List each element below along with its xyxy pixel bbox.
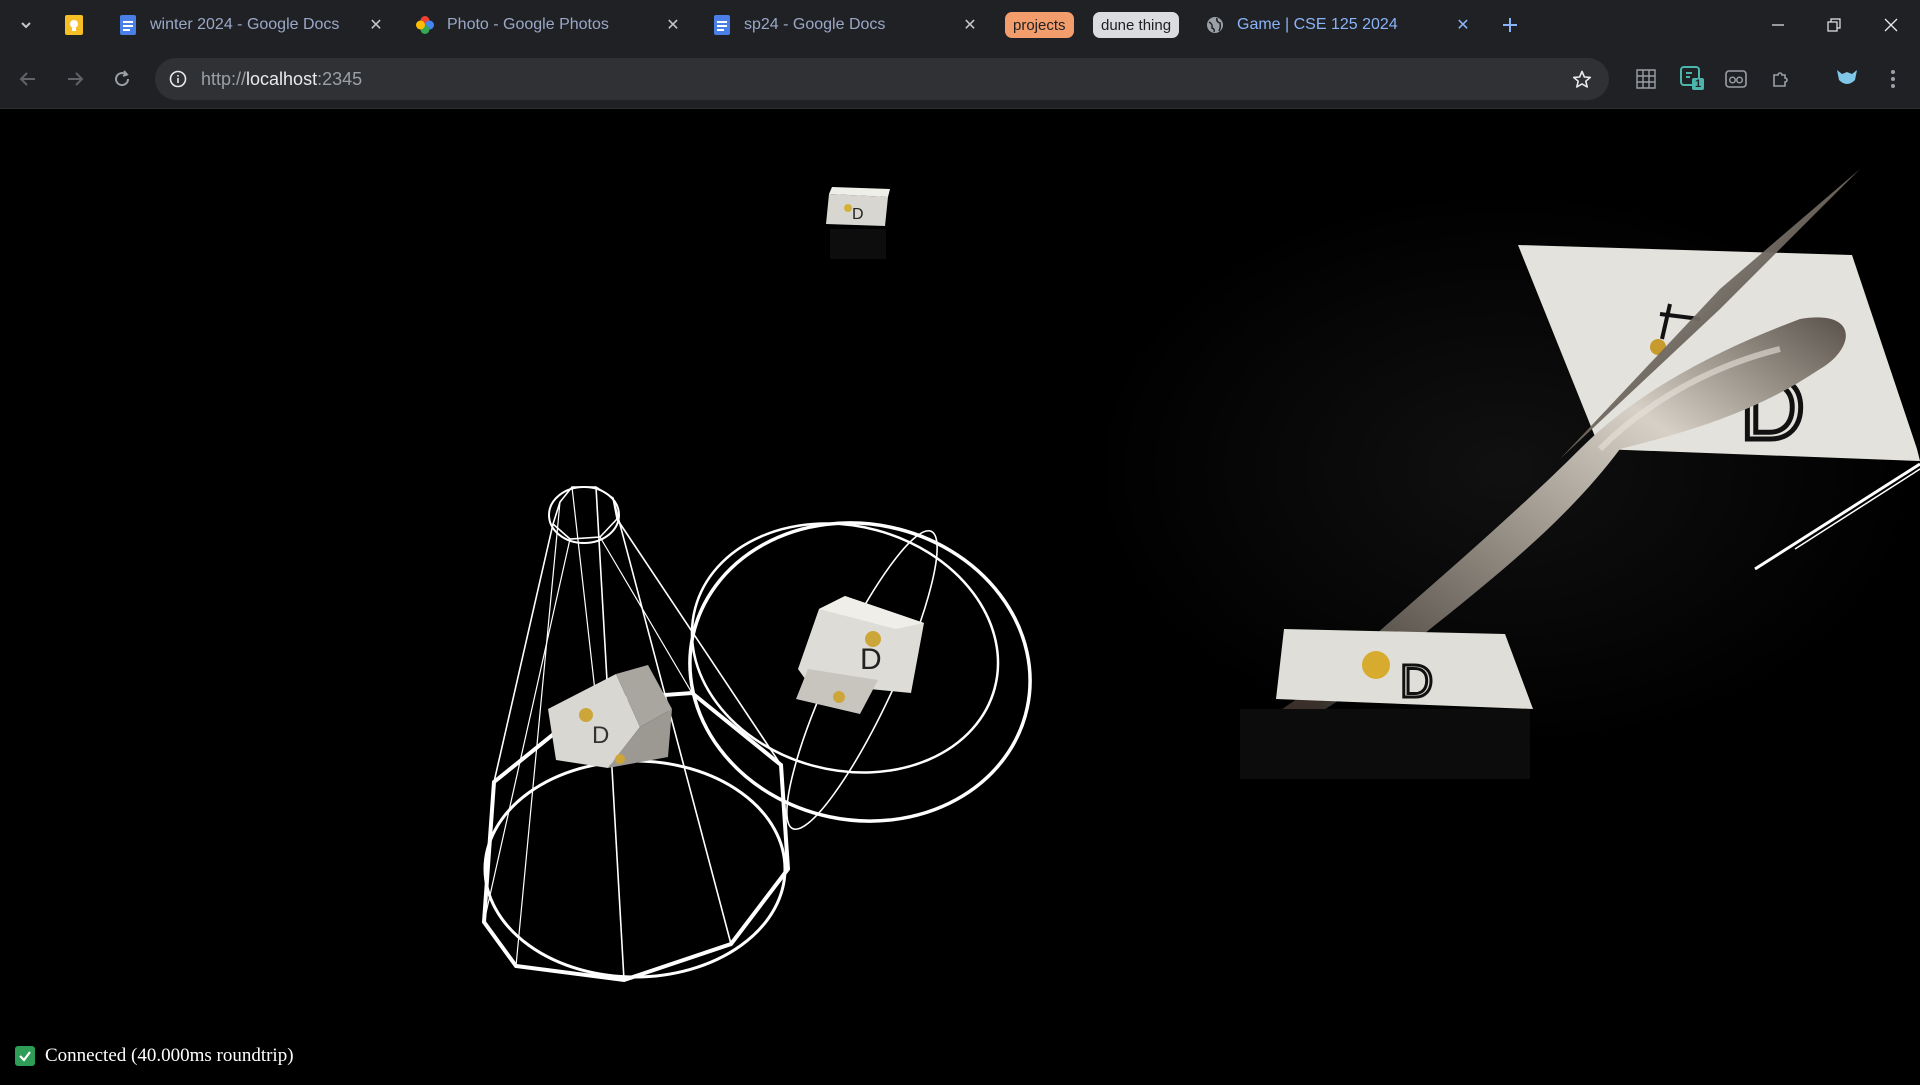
- close-icon[interactable]: ✕: [366, 15, 386, 35]
- bookmark-button[interactable]: [1570, 68, 1594, 92]
- back-button[interactable]: [14, 65, 42, 93]
- minimize-button[interactable]: [1760, 12, 1796, 38]
- reload-icon: [115, 70, 130, 87]
- status-text: Connected (40.000ms roundtrip): [45, 1045, 294, 1066]
- arrow-right-icon: [68, 72, 84, 86]
- cube-texture-text: D: [592, 722, 609, 749]
- tab-sp24[interactable]: sp24 - Google Docs ✕: [712, 6, 980, 44]
- forward-button[interactable]: [61, 65, 89, 93]
- extensions-button[interactable]: [1767, 65, 1795, 93]
- profile-button[interactable]: [1832, 63, 1862, 93]
- bee-doodle: [1362, 651, 1390, 679]
- textured-cube-in-cone: D: [548, 665, 672, 768]
- tab-game-cse125[interactable]: Game | CSE 125 2024 ✕: [1205, 6, 1473, 44]
- close-icon[interactable]: ✕: [1453, 15, 1473, 35]
- tab-title: Game | CSE 125 2024: [1237, 16, 1398, 33]
- screen-extension-icon: [1680, 66, 1704, 90]
- bee-doodle: [579, 708, 593, 722]
- glasses-icon: [1725, 70, 1747, 88]
- scene-render: D D D D D: [481, 169, 1920, 983]
- game-canvas[interactable]: D D D D D: [0, 109, 1920, 1080]
- connection-status: Connected (40.000ms roundtrip): [15, 1045, 294, 1067]
- panel-reflection: [1240, 709, 1530, 779]
- cube-texture-text: D: [860, 643, 882, 676]
- tab-title: sp24 - Google Docs: [744, 16, 886, 33]
- globe-icon: [1207, 17, 1223, 33]
- google-docs-icon: [120, 15, 136, 35]
- grid-icon: [1636, 69, 1656, 89]
- close-icon: [1884, 18, 1898, 32]
- tab-group-dune-thing[interactable]: dune thing: [1093, 12, 1180, 38]
- google-docs-icon: [714, 15, 730, 35]
- menu-button[interactable]: [1880, 65, 1906, 93]
- arrow-left-icon: [19, 72, 35, 86]
- kebab-menu-icon: [1891, 70, 1895, 88]
- restore-icon: [1827, 18, 1841, 32]
- star-icon: [1572, 70, 1592, 88]
- restore-button[interactable]: [1816, 12, 1852, 38]
- textured-cube-in-torus: D: [796, 596, 924, 714]
- new-tab-button[interactable]: [1498, 13, 1522, 37]
- distant-cube: D: [826, 187, 890, 259]
- google-photos-icon: [416, 16, 434, 34]
- reader-extension-button[interactable]: [1722, 65, 1750, 93]
- browser-toolbar: http://localhost:2345 1: [0, 50, 1920, 109]
- google-keep-icon: [65, 15, 83, 35]
- pinned-tab-keep[interactable]: [64, 14, 84, 36]
- url-port: :2345: [317, 69, 363, 89]
- tab-strip: winter 2024 - Google Docs ✕ Photo - Goog…: [0, 0, 1920, 50]
- close-icon[interactable]: ✕: [960, 15, 980, 35]
- reload-button[interactable]: [108, 65, 136, 93]
- extension-grid-button[interactable]: [1632, 65, 1660, 93]
- bee-doodle: [615, 754, 625, 764]
- tab-group-projects[interactable]: projects: [1005, 12, 1074, 38]
- window-close-button[interactable]: [1873, 12, 1909, 38]
- plus-icon: [1503, 18, 1517, 32]
- url-host: localhost: [246, 69, 318, 89]
- tab-winter-2024[interactable]: winter 2024 - Google Docs ✕: [118, 6, 386, 44]
- cube-texture-text: D: [852, 206, 864, 223]
- info-icon: [169, 70, 187, 88]
- avatar-icon: [1837, 70, 1857, 84]
- bee-doodle: [833, 691, 845, 703]
- url-scheme: http://: [201, 69, 247, 89]
- tab-search-button[interactable]: [14, 13, 38, 37]
- puzzle-icon: [1773, 72, 1788, 87]
- bee-doodle: [844, 204, 852, 212]
- chevron-down-icon: [21, 22, 31, 29]
- url-text[interactable]: http://localhost:2345: [201, 69, 362, 90]
- site-info-button[interactable]: [167, 68, 189, 90]
- tab-title: winter 2024 - Google Docs: [150, 16, 340, 33]
- extension-badge-button[interactable]: 1: [1676, 62, 1708, 94]
- tab-title: Photo - Google Photos: [447, 16, 609, 33]
- cube-reflection: [830, 229, 886, 259]
- panel-texture-text: D: [1400, 655, 1433, 707]
- checkbox-checked-icon: [15, 1046, 35, 1066]
- tab-photo-google-photos[interactable]: Photo - Google Photos ✕: [415, 6, 683, 44]
- minimize-icon: [1772, 24, 1784, 26]
- extension-badge-count: 1: [1695, 78, 1702, 90]
- address-bar[interactable]: http://localhost:2345: [155, 58, 1609, 100]
- close-icon[interactable]: ✕: [663, 15, 683, 35]
